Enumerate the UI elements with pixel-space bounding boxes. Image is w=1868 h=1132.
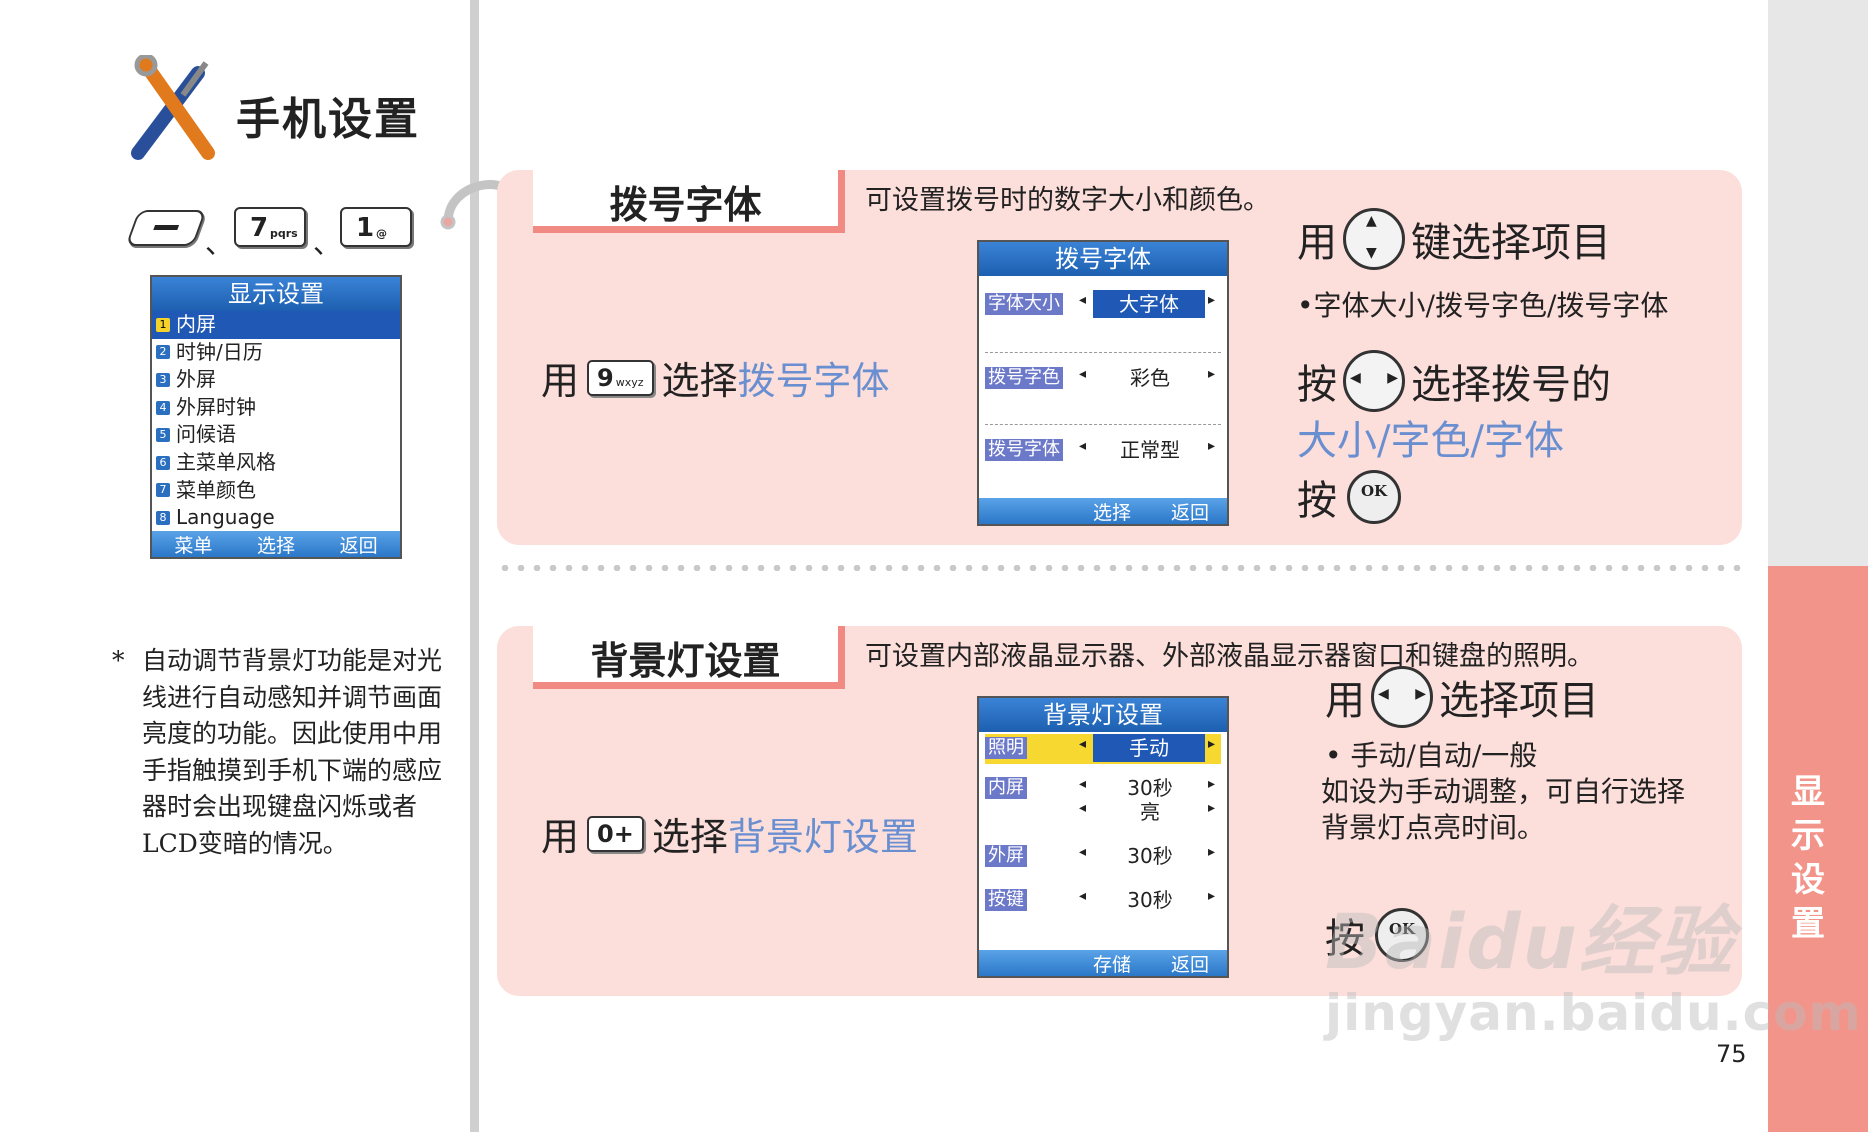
menu-item[interactable]: 5 问候语 <box>152 421 400 449</box>
target-link: 背景灯设置 <box>727 815 918 859</box>
page-number: 75 <box>1716 1040 1747 1068</box>
softkey-back[interactable]: 返回 <box>340 531 378 558</box>
tools-icon <box>131 55 215 160</box>
section-description: 可设置拨号时的数字大小和颜色。 <box>865 185 1270 216</box>
key-9[interactable]: 9 wxyz <box>587 359 654 396</box>
setting-row[interactable]: 字体大小 ◂ 大字体 ▸ <box>985 290 1221 320</box>
setting-row[interactable]: 拨号字色 ◂ 彩色 ▸ <box>985 364 1221 394</box>
backlight-screen: 背景灯设置 照明 ◂ 手动 ▸ 内屏 ◂ 30秒 ▸ ◂ 亮 ▸ 外屏 ◂ 30… <box>977 696 1229 978</box>
key-7-label: 7 <box>250 213 269 243</box>
menu-item[interactable]: 1 内屏 <box>152 311 400 339</box>
target-link: 拨号字体 <box>737 359 890 403</box>
separator: 、 <box>205 227 234 260</box>
section-tab: 拨号字体 <box>533 170 845 233</box>
left-arrow-icon: ◂ <box>1079 292 1087 308</box>
menu-list: 1 内屏 2 时钟/日历 3 外屏 4 外屏时钟 5 问候语 6 主菜单风格 7 菜单颜色 8… <box>152 311 400 532</box>
menu-item[interactable]: 4 外屏时钟 <box>152 394 400 422</box>
ok-button-icon[interactable]: OK <box>1347 470 1401 524</box>
watermark-url: jingyan.baidu.com <box>1325 984 1862 1042</box>
softkey-bar: 选择 返回 <box>979 498 1227 524</box>
row-divider <box>985 352 1221 353</box>
menu-item[interactable]: 8 Language <box>152 504 400 532</box>
watermark-brand: Baidu经验 <box>1325 897 1735 986</box>
instruction-step: 用 ◀ ▶ 选择项目 <box>1325 666 1599 728</box>
key-0[interactable]: 0+ <box>587 815 644 852</box>
setting-row[interactable]: 按键 ◂ 30秒 ▸ <box>985 886 1221 916</box>
option-list: •字体大小/拨号字色/拨号字体 <box>1297 289 1669 322</box>
instruction-step: 按 OK <box>1297 468 1411 526</box>
right-arrow-icon: ▸ <box>1207 438 1215 454</box>
softkey-back[interactable]: 返回 <box>1171 950 1209 977</box>
left-right-nav-icon[interactable]: ◀ ▶ <box>1371 666 1433 728</box>
softkey-select[interactable]: 选择 <box>1093 498 1131 525</box>
key-1-label: 1 <box>356 213 375 243</box>
softkey-select[interactable]: 选择 <box>257 531 295 558</box>
key-1[interactable]: 1 @ <box>340 207 412 247</box>
dial-font-section: 拨号字体 可设置拨号时的数字大小和颜色。 用 9 wxyz 选择 拨号字体 拨号字体… <box>497 170 1742 545</box>
softkey-bar: 菜单 选择 返回 <box>152 531 400 557</box>
setting-row[interactable]: 照明 ◂ 手动 ▸ <box>985 734 1221 764</box>
instruction-step: 按 ◀ ▶ 选择拨号的 <box>1297 350 1611 412</box>
menu-item[interactable]: 3 外屏 <box>152 366 400 394</box>
key-7[interactable]: 7 pqrs <box>234 207 306 247</box>
up-down-nav-icon[interactable]: ▲ ▼ <box>1343 208 1405 270</box>
instruction-detail: 如设为手动调整，可自行选择背景灯点亮时间。 <box>1321 775 1686 844</box>
right-arrow-icon: ▸ <box>1207 888 1215 904</box>
setting-row[interactable]: 外屏 ◂ 30秒 ▸ <box>985 842 1221 872</box>
screen-title: 拨号字体 <box>979 242 1227 276</box>
footnote-marker: * <box>112 646 125 675</box>
use-key-line: 用 0+ 选择 背景灯设置 <box>541 806 918 861</box>
softkey-menu[interactable]: 菜单 <box>174 531 212 558</box>
option-list: • 手动/自动/一般 <box>1325 739 1538 772</box>
setting-row[interactable]: 拨号字体 ◂ 正常型 ▸ <box>985 436 1221 466</box>
right-arrow-icon: ▸ <box>1207 292 1215 308</box>
column-divider <box>470 0 479 1132</box>
menu-item[interactable]: 6 主菜单风格 <box>152 449 400 477</box>
left-softkey[interactable] <box>125 210 207 246</box>
page-title: 手机设置 <box>236 94 420 145</box>
section-tab: 背景灯设置 <box>533 626 845 689</box>
instruction-target: 大小/字色/字体 <box>1297 418 1564 464</box>
footnote-text: 自动调节背景灯功能是对光线进行自动感知并调节画面亮度的功能。因此使用中用手指触摸… <box>142 646 443 858</box>
menu-item[interactable]: 7 菜单颜色 <box>152 477 400 505</box>
row-divider <box>985 424 1221 425</box>
softkey-bar: 存储 返回 <box>979 950 1227 976</box>
right-arrow-icon: ▸ <box>1207 844 1215 860</box>
instruction-step: 用 ▲ ▼ 键选择项目 <box>1297 208 1611 270</box>
softkey-save[interactable]: 存储 <box>1093 950 1131 977</box>
display-settings-screen: 显示设置 1 内屏 2 时钟/日历 3 外屏 4 外屏时钟 5 问候语 6 主菜单风格 7菜… <box>150 275 402 559</box>
section-title: 拨号字体 <box>609 182 762 227</box>
section-title: 背景灯设置 <box>590 638 781 683</box>
left-right-nav-icon[interactable]: ◀ ▶ <box>1343 350 1405 412</box>
right-arrow-icon: ▸ <box>1207 800 1215 816</box>
left-arrow-icon: ◂ <box>1079 736 1087 752</box>
right-arrow-icon: ▸ <box>1207 366 1215 382</box>
use-key-line: 用 9 wxyz 选择 拨号字体 <box>541 350 890 405</box>
dial-font-screen: 拨号字体 字体大小 ◂ 大字体 ▸ 拨号字色 ◂ 彩色 ▸ 拨号字体 ◂ 正常型… <box>977 240 1229 526</box>
screen-title: 显示设置 <box>152 277 400 311</box>
key-1-sub: @ <box>376 227 387 240</box>
right-arrow-icon: ▸ <box>1207 776 1215 792</box>
setting-row-sub[interactable]: ◂ 亮 ▸ <box>985 798 1221 828</box>
watermark: Baidu经验 jingyan.baidu.com <box>1325 880 1862 1042</box>
screen-title: 背景灯设置 <box>979 698 1227 732</box>
footnote: * 自动调节背景灯功能是对光线进行自动感知并调节画面亮度的功能。因此使用中用手指… <box>112 643 457 862</box>
separator: 、 <box>313 227 342 260</box>
right-arrow-icon: ▸ <box>1207 736 1215 752</box>
menu-item[interactable]: 2 时钟/日历 <box>152 339 400 367</box>
dotted-divider <box>497 565 1747 571</box>
softkey-back[interactable]: 返回 <box>1171 498 1209 525</box>
key-7-sub: pqrs <box>270 227 298 240</box>
left-softkey-icon <box>153 225 180 230</box>
